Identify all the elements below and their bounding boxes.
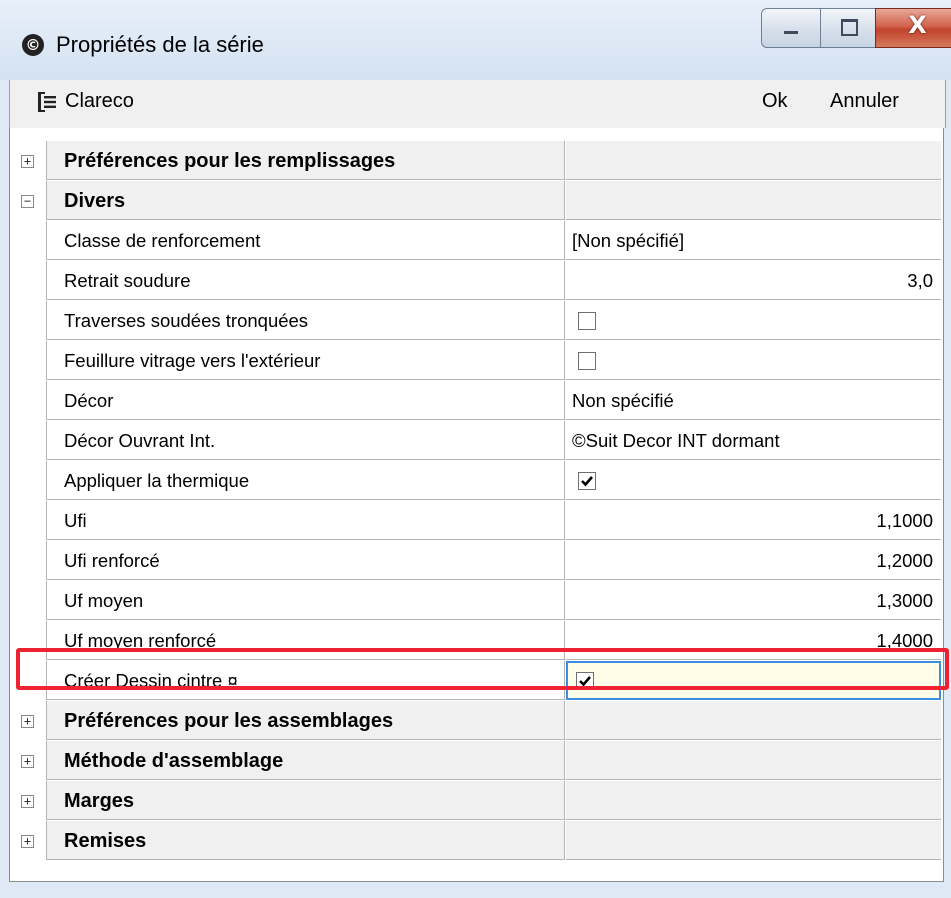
row-gutter: − (10, 181, 46, 221)
row-gutter (10, 341, 46, 381)
category-label[interactable]: Divers (46, 181, 565, 220)
minimize-icon (784, 31, 798, 34)
minimize-button[interactable] (761, 8, 822, 48)
property-row[interactable]: Traverses soudées tronquées (10, 301, 943, 341)
title-bar[interactable]: © Propriétés de la série X (0, 0, 951, 80)
category-value-cell (566, 701, 941, 740)
checked-checkbox[interactable] (576, 672, 594, 690)
property-label[interactable]: Feuillure vitrage vers l'extérieur (46, 341, 565, 380)
property-label[interactable]: Classe de renforcement (46, 221, 565, 260)
property-label[interactable]: Ufi (46, 501, 565, 540)
property-row[interactable]: Ufi renforcé 1,2000 (10, 541, 943, 581)
row-gutter: + (10, 741, 46, 781)
property-row[interactable]: Décor Non spécifié (10, 381, 943, 421)
dialog-window: © Propriétés de la série X Clareco Ok An… (0, 0, 951, 898)
app-icon: © (22, 34, 44, 56)
row-gutter (10, 541, 46, 581)
property-row[interactable]: Appliquer la thermique (10, 461, 943, 501)
category-row[interactable]: + Marges (10, 781, 943, 821)
row-gutter (10, 421, 46, 461)
maximize-button[interactable] (820, 8, 877, 48)
property-value[interactable]: 1,3000 (566, 581, 941, 620)
category-row[interactable]: + Préférences pour les assemblages (10, 701, 943, 741)
category-row[interactable]: + Remises (10, 821, 943, 861)
row-gutter: + (10, 821, 46, 861)
property-value[interactable] (566, 461, 941, 500)
checked-checkbox[interactable] (578, 472, 596, 490)
property-value[interactable]: [Non spécifié] (566, 221, 941, 260)
property-row[interactable]: Feuillure vitrage vers l'extérieur (10, 341, 943, 381)
row-gutter: + (10, 141, 46, 181)
collapse-icon[interactable]: − (21, 195, 34, 208)
category-value-cell (566, 181, 941, 220)
ok-button[interactable]: Ok (762, 90, 788, 113)
row-gutter (10, 621, 46, 661)
expand-icon[interactable]: + (21, 715, 34, 728)
row-gutter (10, 461, 46, 501)
property-value[interactable]: 1,1000 (566, 501, 941, 540)
toolbar-label[interactable]: Clareco (65, 90, 134, 113)
property-value[interactable]: ©Suit Decor INT dormant (566, 421, 941, 460)
property-value[interactable] (566, 341, 941, 380)
cancel-button[interactable]: Annuler (830, 90, 899, 113)
property-value[interactable]: 1,4000 (566, 621, 941, 660)
maximize-icon (841, 19, 858, 36)
property-row[interactable]: Ufi 1,1000 (10, 501, 943, 541)
expand-icon[interactable]: + (21, 755, 34, 768)
property-label[interactable]: Traverses soudées tronquées (46, 301, 565, 340)
category-label[interactable]: Méthode d'assemblage (46, 741, 565, 780)
category-value-cell (566, 741, 941, 780)
property-row[interactable]: Retrait soudure 3,0 (10, 261, 943, 301)
row-gutter (10, 581, 46, 621)
row-gutter (10, 501, 46, 541)
category-value-cell (566, 141, 941, 180)
property-label[interactable]: Décor Ouvrant Int. (46, 421, 565, 460)
window-title: Propriétés de la série (56, 32, 264, 57)
property-row[interactable]: Créer Dessin cintre ¤ (10, 661, 943, 701)
category-label[interactable]: Remises (46, 821, 565, 860)
close-button[interactable]: X (875, 8, 951, 48)
property-label[interactable]: Créer Dessin cintre ¤ (46, 661, 565, 700)
expand-icon[interactable]: + (21, 835, 34, 848)
property-list-icon[interactable] (38, 92, 56, 112)
toolbar: Clareco Ok Annuler (9, 80, 946, 128)
expand-icon[interactable]: + (21, 155, 34, 168)
row-gutter (10, 221, 46, 261)
property-grid: + Préférences pour les remplissages − Diver… (9, 128, 944, 882)
category-label[interactable]: Marges (46, 781, 565, 820)
property-row[interactable]: Uf moyen renforcé 1,4000 (10, 621, 943, 661)
property-value[interactable]: 1,2000 (566, 541, 941, 580)
category-value-cell (566, 821, 941, 860)
close-icon: X (908, 11, 927, 39)
property-value[interactable] (566, 301, 941, 340)
property-label[interactable]: Uf moyen renforcé (46, 621, 565, 660)
property-value[interactable]: 3,0 (566, 261, 941, 300)
property-label[interactable]: Ufi renforcé (46, 541, 565, 580)
property-label[interactable]: Décor (46, 381, 565, 420)
category-row[interactable]: + Préférences pour les remplissages (10, 141, 943, 181)
row-gutter: + (10, 701, 46, 741)
property-row[interactable]: Classe de renforcement [Non spécifié] (10, 221, 943, 261)
property-label[interactable]: Retrait soudure (46, 261, 565, 300)
category-label[interactable]: Préférences pour les remplissages (46, 141, 565, 180)
property-value[interactable] (566, 661, 941, 700)
category-row[interactable]: + Méthode d'assemblage (10, 741, 943, 781)
unchecked-checkbox[interactable] (578, 352, 596, 370)
unchecked-checkbox[interactable] (578, 312, 596, 330)
expand-icon[interactable]: + (21, 795, 34, 808)
row-gutter (10, 661, 46, 701)
property-label[interactable]: Appliquer la thermique (46, 461, 565, 500)
property-value[interactable]: Non spécifié (566, 381, 941, 420)
row-gutter (10, 301, 46, 341)
category-value-cell (566, 781, 941, 820)
category-label[interactable]: Préférences pour les assemblages (46, 701, 565, 740)
property-label[interactable]: Uf moyen (46, 581, 565, 620)
property-row[interactable]: Uf moyen 1,3000 (10, 581, 943, 621)
row-gutter: + (10, 781, 46, 821)
row-gutter (10, 261, 46, 301)
row-gutter (10, 381, 46, 421)
property-row[interactable]: Décor Ouvrant Int. ©Suit Decor INT dorman… (10, 421, 943, 461)
category-row[interactable]: − Divers (10, 181, 943, 221)
